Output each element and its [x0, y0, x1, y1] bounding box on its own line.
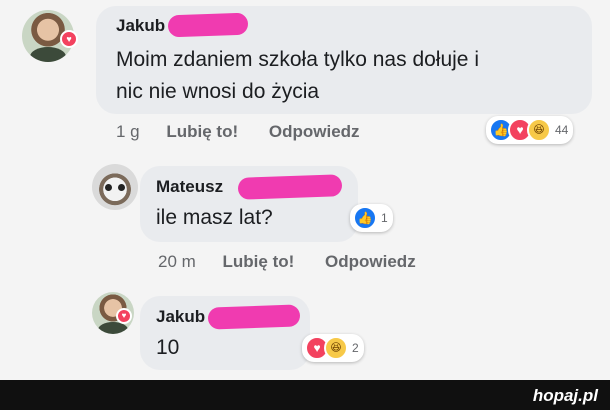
- comment-text: ile masz lat?: [156, 202, 273, 234]
- reply-link[interactable]: Odpowiedz: [269, 122, 360, 141]
- comment-meta: 20 m Lubię to! Odpowiedz: [158, 252, 442, 272]
- comment-line: 10: [156, 336, 180, 359]
- comment-text: Moim zdaniem szkoła tylko nas dołuje i n…: [116, 44, 479, 108]
- comment-line: nic nie wnosi do życia: [116, 80, 320, 103]
- reactions-summary[interactable]: ♥ 😆 2: [302, 334, 364, 362]
- comment-author[interactable]: Jakub: [116, 16, 165, 36]
- comment-line: ile masz lat?: [156, 206, 273, 229]
- comment-time[interactable]: 1 g: [116, 122, 140, 141]
- avatar-shirt: [29, 47, 67, 62]
- cat-eye: [118, 184, 125, 192]
- comment-time[interactable]: 20 m: [158, 252, 196, 271]
- comment-author[interactable]: Mateusz: [156, 177, 223, 197]
- thumbs-up-icon: 👍: [353, 206, 377, 230]
- like-link[interactable]: Lubię to!: [166, 122, 238, 141]
- redaction-mark: [207, 304, 301, 330]
- avatar-mateusz[interactable]: [92, 164, 138, 210]
- reactions-summary[interactable]: 👍 ♥ 😆 44: [486, 116, 574, 144]
- comment-text: 10: [156, 332, 179, 364]
- reply-link[interactable]: Odpowiedz: [325, 252, 416, 271]
- redaction-mark: [167, 12, 249, 38]
- reactions-summary[interactable]: 👍 1: [350, 204, 393, 232]
- reaction-count: 1: [381, 211, 388, 225]
- cat-eye: [105, 184, 112, 192]
- laugh-emoji-icon: 😆: [324, 336, 348, 360]
- comment-author[interactable]: Jakub: [156, 307, 205, 327]
- comment-meta: 1 g Lubię to! Odpowiedz: [116, 122, 386, 142]
- comment-line: Moim zdaniem szkoła tylko nas dołuje i: [116, 48, 479, 71]
- reaction-count: 44: [555, 123, 569, 137]
- watermark-bar: hopaj.pl: [0, 380, 610, 410]
- watermark: hopaj.pl: [532, 386, 598, 405]
- comment-bubble-1: Jakub Moim zdaniem szkoła tylko nas dołu…: [96, 6, 592, 114]
- redaction-mark: [237, 174, 343, 200]
- reaction-count: 2: [352, 341, 359, 355]
- laugh-emoji-icon: 😆: [527, 118, 551, 142]
- heart-badge-icon: ♥: [116, 308, 132, 324]
- like-link[interactable]: Lubię to!: [223, 252, 295, 271]
- heart-badge-icon: ♥: [60, 30, 78, 48]
- comment-bubble-3: Jakub 10: [140, 296, 310, 370]
- comment-bubble-2: Mateusz ile masz lat?: [140, 166, 358, 242]
